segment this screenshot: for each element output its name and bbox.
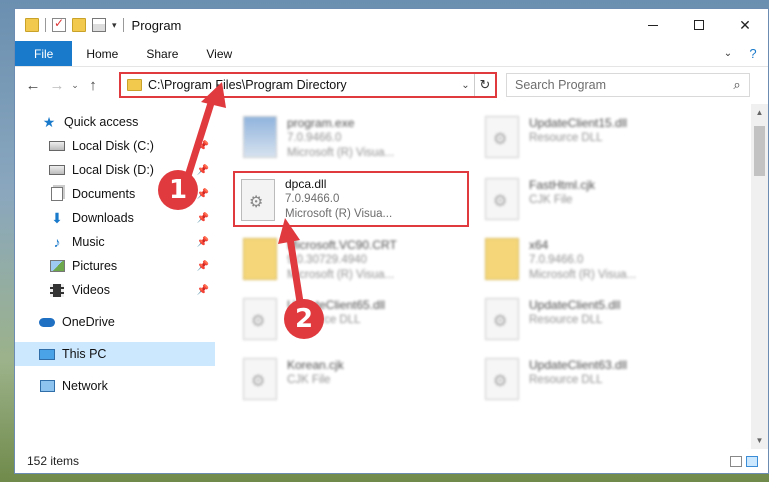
arrow-step-1 <box>184 82 226 178</box>
arrow-step-2 <box>278 218 304 303</box>
step-1-badge: 1 <box>158 170 198 210</box>
step-2-badge: 2 <box>284 299 324 339</box>
annotation-arrows <box>184 82 304 303</box>
